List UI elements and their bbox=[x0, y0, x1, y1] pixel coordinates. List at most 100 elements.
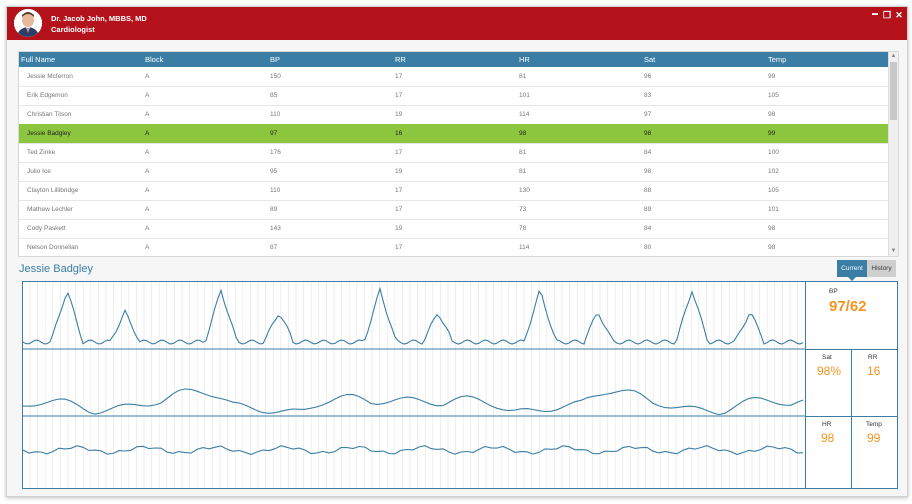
sat-box: Sat 98% bbox=[805, 349, 852, 417]
table-cell: 114 bbox=[519, 111, 530, 118]
table-cell: 80 bbox=[644, 244, 652, 251]
table-cell: 99 bbox=[768, 73, 776, 80]
table-cell: 176 bbox=[270, 149, 281, 156]
rr-box: RR 16 bbox=[852, 349, 897, 417]
table-cell: A bbox=[145, 244, 150, 251]
table-row[interactable]: Christian Tilson A 110 19 114 97 98 bbox=[19, 105, 889, 125]
waveform-panel bbox=[23, 282, 806, 488]
waveform-svg bbox=[23, 282, 805, 488]
table-cell: A bbox=[145, 130, 150, 137]
table-row[interactable]: Julio Ice A 95 19 81 98 102 bbox=[19, 162, 889, 182]
table-cell: 84 bbox=[644, 225, 652, 232]
table-cell: 102 bbox=[768, 168, 779, 175]
table-cell: 17 bbox=[395, 92, 403, 99]
table-cell: 130 bbox=[519, 187, 530, 194]
table-cell: 98 bbox=[644, 130, 652, 137]
table-cell: A bbox=[145, 206, 150, 213]
tab-history[interactable]: History bbox=[867, 260, 896, 277]
table-cell: 105 bbox=[768, 187, 779, 194]
table-cell: 81 bbox=[519, 73, 527, 80]
table-cell: 85 bbox=[270, 92, 278, 99]
table-row[interactable]: Jessie Badgley A 97 16 98 98 99 bbox=[19, 124, 889, 144]
table-cell: 83 bbox=[644, 92, 652, 99]
table-cell: 150 bbox=[270, 73, 281, 80]
rr-value: 16 bbox=[867, 364, 881, 378]
window-controls: ▬ ❐ ✕ bbox=[871, 10, 903, 21]
hr-value: 98 bbox=[821, 431, 835, 445]
table-cell: 19 bbox=[395, 168, 403, 175]
scroll-thumb[interactable] bbox=[890, 62, 897, 120]
table-cell: Clayton Lillibridge bbox=[27, 187, 79, 194]
table-cell: Ted Zinke bbox=[27, 149, 56, 156]
doctor-specialty: Cardiologist bbox=[51, 25, 95, 34]
column-header[interactable]: HR bbox=[519, 52, 530, 67]
table-cell: Cody Paskett bbox=[27, 225, 66, 232]
table-cell: Julio Ice bbox=[27, 168, 51, 175]
table-row[interactable]: Clayton Lillibridge A 110 17 130 88 105 bbox=[19, 181, 889, 201]
table-cell: 73 bbox=[519, 206, 527, 213]
table-cell: 96 bbox=[644, 73, 652, 80]
temp-label: Temp bbox=[866, 421, 882, 428]
temp-box: Temp 99 bbox=[852, 416, 897, 488]
table-cell: 19 bbox=[395, 111, 403, 118]
table-row[interactable]: Cody Paskett A 143 19 78 84 98 bbox=[19, 219, 889, 239]
table-row[interactable]: Jessie Mcferron A 150 17 81 96 99 bbox=[19, 67, 889, 87]
tab-current[interactable]: Current bbox=[837, 260, 867, 277]
table-cell: 89 bbox=[644, 206, 652, 213]
column-header[interactable]: Block bbox=[145, 52, 163, 67]
selected-patient-name: Jessie Badgley bbox=[19, 263, 93, 275]
table-cell: Erik Edgemon bbox=[27, 92, 68, 99]
table-cell: 84 bbox=[644, 149, 652, 156]
table-cell: A bbox=[145, 225, 150, 232]
temp-value: 99 bbox=[867, 431, 881, 445]
table-cell: 97 bbox=[644, 111, 652, 118]
scroll-down-arrow-icon[interactable]: ▼ bbox=[889, 247, 898, 256]
table-cell: 98 bbox=[519, 130, 527, 137]
column-header[interactable]: Temp bbox=[768, 52, 786, 67]
table-cell: 19 bbox=[395, 225, 403, 232]
table-row[interactable]: Mathew Lechler A 89 17 73 89 101 bbox=[19, 200, 889, 220]
doctor-avatar bbox=[14, 9, 42, 37]
column-header[interactable]: Full Name bbox=[21, 52, 55, 67]
scroll-up-arrow-icon[interactable]: ▲ bbox=[889, 52, 898, 61]
close-icon[interactable]: ✕ bbox=[895, 10, 903, 21]
table-cell: 98 bbox=[768, 111, 776, 118]
title-bar: Dr. Jacob John, MBBS, MD Cardiologist ▬ … bbox=[7, 7, 907, 40]
table-row[interactable]: Ted Zinke A 176 17 81 84 100 bbox=[19, 143, 889, 163]
doctor-name: Dr. Jacob John, MBBS, MD bbox=[51, 14, 147, 23]
table-cell: 17 bbox=[395, 149, 403, 156]
table-cell: 78 bbox=[519, 225, 527, 232]
table-cell: 143 bbox=[270, 225, 281, 232]
app-window: Dr. Jacob John, MBBS, MD Cardiologist ▬ … bbox=[6, 6, 908, 497]
column-header[interactable]: RR bbox=[395, 52, 406, 67]
table-cell: 101 bbox=[768, 206, 779, 213]
table-cell: 81 bbox=[519, 168, 527, 175]
table-cell: 98 bbox=[768, 244, 776, 251]
sat-label: Sat bbox=[822, 354, 832, 361]
minimize-icon[interactable]: ▬ bbox=[871, 10, 879, 21]
column-header[interactable]: BP bbox=[270, 52, 280, 67]
table-row[interactable]: Erik Edgemon A 85 17 101 83 105 bbox=[19, 86, 889, 106]
table-cell: Christian Tilson bbox=[27, 111, 72, 118]
table-cell: 89 bbox=[270, 206, 278, 213]
table-cell: Jessie Badgley bbox=[27, 130, 71, 137]
table-cell: A bbox=[145, 187, 150, 194]
table-scrollbar[interactable]: ▲ ▼ bbox=[888, 52, 898, 256]
table-cell: A bbox=[145, 92, 150, 99]
table-cell: Mathew Lechler bbox=[27, 206, 73, 213]
column-header[interactable]: Sat bbox=[644, 52, 655, 67]
table-cell: 17 bbox=[395, 206, 403, 213]
table-cell: 88 bbox=[644, 187, 652, 194]
table-cell: 98 bbox=[768, 225, 776, 232]
table-cell: A bbox=[145, 73, 150, 80]
bp-box: BP 97/62 bbox=[805, 282, 897, 350]
table-cell: 97 bbox=[270, 130, 278, 137]
table-cell: A bbox=[145, 168, 150, 175]
restore-icon[interactable]: ❐ bbox=[883, 10, 891, 21]
patient-table: Full Name Block BP RR HR Sat Temp Jessie Mcfer… bbox=[18, 51, 899, 257]
table-cell: Nelson Donnellan bbox=[27, 244, 79, 251]
table-cell: 95 bbox=[270, 168, 278, 175]
table-row[interactable]: Nelson Donnellan A 87 17 114 80 98 bbox=[19, 238, 889, 256]
table-cell: 114 bbox=[519, 244, 530, 251]
bp-value: 97/62 bbox=[829, 298, 867, 315]
